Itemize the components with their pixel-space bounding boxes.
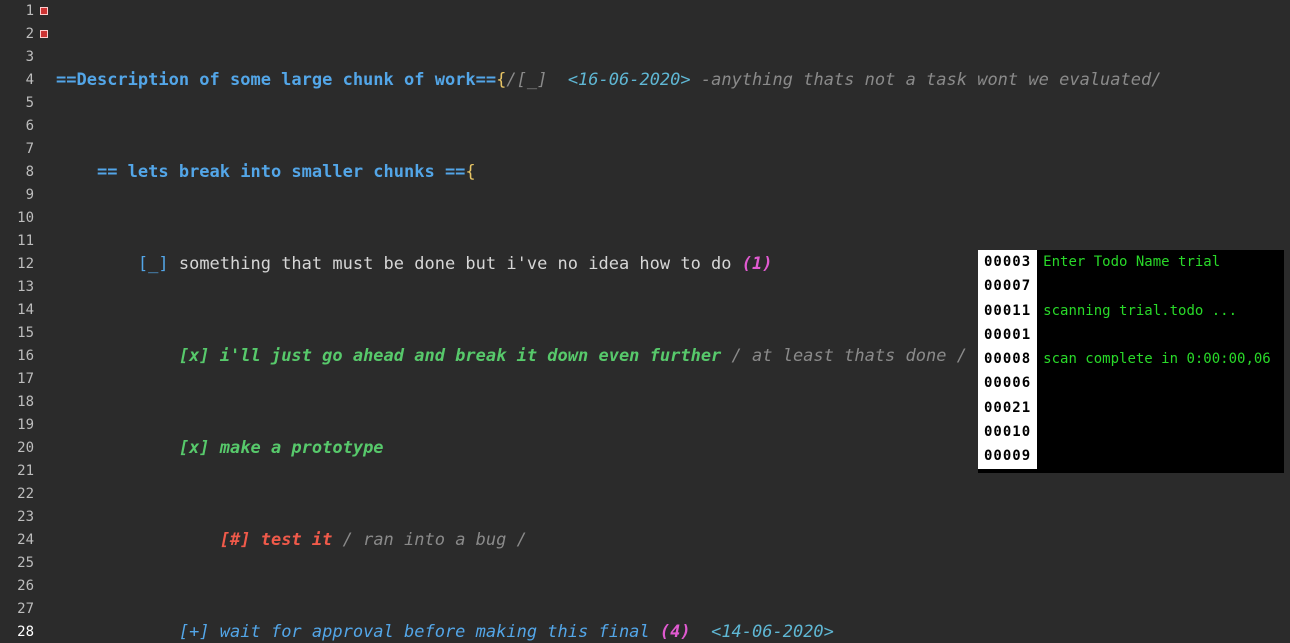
output-message <box>1043 274 1278 298</box>
output-line-number: 00009 <box>984 444 1031 468</box>
task-text: something that must be done but i've no … <box>179 254 742 274</box>
output-panel-numbers: 0000300007000110000100008000060002100010… <box>978 250 1037 469</box>
line-number: 11 <box>0 230 34 253</box>
line-number: 23 <box>0 506 34 529</box>
output-line-number: 00008 <box>984 347 1031 371</box>
line-number-gutter: 1234567891011121314151617181920212223242… <box>0 0 40 643</box>
line-number: 5 <box>0 92 34 115</box>
task-text: test it <box>261 530 343 550</box>
line-number: 22 <box>0 483 34 506</box>
comment-text: / at least thats done / <box>732 346 967 366</box>
todo-done-icon: [x] <box>179 346 220 366</box>
brace-open: { <box>465 162 475 182</box>
priority-tag: (4) <box>660 622 711 642</box>
comment-text: -anything thats not a task wont we evalu… <box>691 70 1162 90</box>
heading-text: Description of some large chunk of work <box>76 70 475 90</box>
output-panel: 0000300007000110000100008000060002100010… <box>978 250 1284 473</box>
fold-marker-icon[interactable] <box>40 7 48 15</box>
todo-waiting-icon: [+] <box>179 622 220 642</box>
line-number: 17 <box>0 368 34 391</box>
line-number: 16 <box>0 345 34 368</box>
task-text: make a prototype <box>220 438 384 458</box>
output-message <box>1043 444 1278 468</box>
heading-marker: == <box>56 70 76 90</box>
line-number: 15 <box>0 322 34 345</box>
heading-marker: == <box>476 70 496 90</box>
line-number: 28 <box>0 621 34 643</box>
todo-blocked-icon: [#] <box>220 530 261 550</box>
task-text: i'll just go ahead and break it down eve… <box>220 346 732 366</box>
output-line-number: 00011 <box>984 299 1031 323</box>
fold-marker-icon[interactable] <box>40 30 48 38</box>
code-line[interactable]: == lets break into smaller chunks =={ <box>56 161 1290 184</box>
line-number: 27 <box>0 598 34 621</box>
task-text: wait for approval before making this fin… <box>220 622 660 642</box>
line-number: 19 <box>0 414 34 437</box>
output-line-number: 00006 <box>984 371 1031 395</box>
editor[interactable]: 1234567891011121314151617181920212223242… <box>0 0 1290 643</box>
line-number: 9 <box>0 184 34 207</box>
priority-tag: (1) <box>742 254 773 274</box>
date-tag: <14-06-2020> <box>711 622 834 642</box>
line-number: 3 <box>0 46 34 69</box>
code-line[interactable]: ==Description of some large chunk of wor… <box>56 69 1290 92</box>
output-message: Enter Todo Name trial <box>1043 250 1278 274</box>
output-message <box>1043 371 1278 395</box>
brace-open: { <box>496 70 506 90</box>
todo-open-icon: [_] <box>138 254 179 274</box>
output-line-number: 00021 <box>984 396 1031 420</box>
output-message <box>1043 396 1278 420</box>
output-line-number: 00010 <box>984 420 1031 444</box>
line-number: 12 <box>0 253 34 276</box>
line-number: 7 <box>0 138 34 161</box>
line-number: 14 <box>0 299 34 322</box>
line-number: 25 <box>0 552 34 575</box>
output-line-number: 00007 <box>984 274 1031 298</box>
comment-text: /[_] <box>506 70 567 90</box>
line-number: 21 <box>0 460 34 483</box>
line-number: 8 <box>0 161 34 184</box>
todo-done-icon: [x] <box>179 438 220 458</box>
output-message: scanning trial.todo ... <box>1043 299 1278 323</box>
code-line[interactable]: [+] wait for approval before making this… <box>56 621 1290 643</box>
line-number: 6 <box>0 115 34 138</box>
comment-text: / ran into a bug / <box>343 530 527 550</box>
line-number: 13 <box>0 276 34 299</box>
output-message <box>1043 420 1278 444</box>
output-message <box>1043 323 1278 347</box>
line-number: 26 <box>0 575 34 598</box>
line-number: 2 <box>0 23 34 46</box>
date-tag: <16-06-2020> <box>568 70 691 90</box>
output-line-number: 00001 <box>984 323 1031 347</box>
line-number: 4 <box>0 69 34 92</box>
line-number: 20 <box>0 437 34 460</box>
fold-marker-column <box>40 0 52 643</box>
output-line-number: 00003 <box>984 250 1031 274</box>
output-panel-messages: Enter Todo Name trial scanning trial.tod… <box>1037 250 1284 469</box>
heading-text: == lets break into smaller chunks == <box>97 162 465 182</box>
line-number: 10 <box>0 207 34 230</box>
output-message: scan complete in 0:00:00,06 <box>1043 347 1278 371</box>
line-number: 1 <box>0 0 34 23</box>
code-line[interactable]: [#] test it / ran into a bug / <box>56 529 1290 552</box>
line-number: 24 <box>0 529 34 552</box>
line-number: 18 <box>0 391 34 414</box>
